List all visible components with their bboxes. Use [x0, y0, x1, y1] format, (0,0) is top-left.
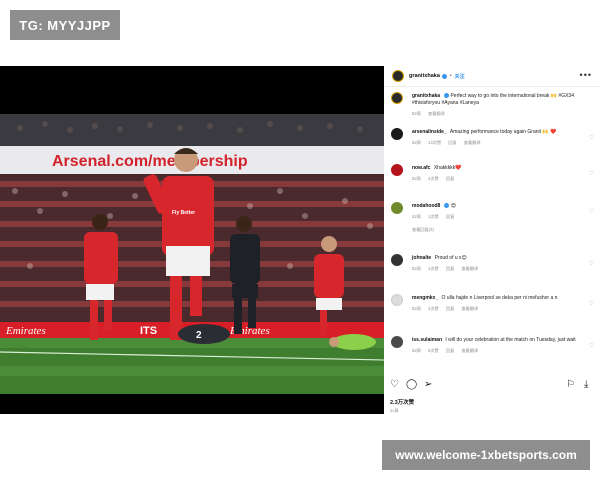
download-icon[interactable]: ⤓ [584, 380, 588, 390]
see-translation-link[interactable]: 查看翻译 [461, 348, 478, 353]
avatar[interactable] [391, 336, 403, 348]
comment-username[interactable]: granitxhaka [412, 93, 440, 99]
comment-username[interactable]: iss.sulaiman [412, 337, 442, 343]
comment-likes[interactable]: 1次赞 [428, 214, 439, 219]
see-translation-link[interactable]: 查看翻译 [428, 111, 445, 116]
reply-link[interactable]: 回复 [446, 348, 454, 353]
comment-time: 52周 [412, 214, 421, 219]
comment-likes[interactable]: 5次赞 [428, 348, 439, 353]
more-options-icon[interactable]: ••• [580, 70, 592, 80]
avatar[interactable] [391, 254, 403, 266]
reply-link[interactable]: 回复 [446, 266, 454, 271]
comment-time: 52周 [412, 140, 421, 145]
comment-username[interactable]: modahood8 [412, 203, 440, 209]
comment-time: 52周 [412, 348, 421, 353]
comment-like-heart-icon[interactable]: ♡ [589, 208, 594, 215]
comment-text: 😍 [450, 203, 456, 209]
comment-like-heart-icon[interactable]: ♡ [589, 342, 594, 349]
reply-link[interactable]: 回复 [446, 214, 454, 219]
comment-text: Proud of u x😊 [434, 255, 467, 261]
follow-button[interactable]: 关注 [455, 73, 465, 80]
comment-like-heart-icon[interactable]: ♡ [589, 170, 594, 177]
post-header: granitxhaka • 关注 ••• [384, 66, 600, 87]
comment-likes[interactable]: 1次赞 [428, 266, 439, 271]
comment-time: 52周 [412, 266, 421, 271]
reply-link[interactable]: 回复 [448, 140, 456, 145]
see-translation-link[interactable]: 查看翻译 [461, 266, 478, 271]
post-author-username[interactable]: granitxhaka [409, 73, 440, 79]
instagram-post: Arsenal.com/membership Emirates ITS Emir… [0, 66, 600, 414]
comment-time: 52周 [412, 306, 421, 311]
post-time: 52周 [390, 408, 399, 413]
heart-icon[interactable]: ♡ [390, 380, 399, 390]
comment-text: Amazing performance today again Granit 🙌… [449, 129, 557, 135]
comment-time: 52周 [412, 111, 421, 116]
comment-likes[interactable]: 13次赞 [428, 140, 441, 145]
share-icon[interactable]: ➢ [424, 380, 432, 390]
verified-badge-icon [444, 93, 450, 99]
bookmark-icon[interactable]: ⚐ [566, 380, 575, 390]
comment-username[interactable]: arsenalinside_ [412, 129, 447, 135]
comment-like-heart-icon[interactable]: ♡ [589, 260, 594, 267]
comment-text: O ulla hajde n Liverpool se deka per ni … [441, 295, 558, 301]
comment-like-heart-icon[interactable]: ♡ [589, 134, 594, 141]
see-translation-link[interactable]: 查看翻译 [464, 140, 481, 145]
comment-like-heart-icon[interactable]: ♡ [589, 300, 594, 307]
sponsor-text: Fly Better [172, 210, 195, 216]
telegram-watermark-badge: TG: MYYJJPP [10, 10, 120, 40]
verified-badge-icon [441, 73, 447, 79]
comment-time: 52周 [412, 176, 421, 181]
likes-count[interactable]: 2.3万次赞 [390, 398, 414, 406]
comment-text: Xhakkkkk❤️ [433, 165, 462, 171]
view-replies-link[interactable]: 查看回复(3) [412, 227, 434, 232]
stadium-banner-text: Arsenal.com/membership [52, 153, 248, 170]
ad-board-mid-text: ITS [140, 325, 157, 337]
avatar[interactable] [391, 92, 403, 104]
avatar[interactable] [391, 164, 403, 176]
avatar[interactable] [392, 70, 404, 82]
post-photo: Arsenal.com/membership Emirates ITS Emir… [0, 66, 384, 414]
ad-board-left-text: Emirates [5, 325, 46, 337]
reply-link[interactable]: 回复 [446, 306, 454, 311]
comment-list: granitxhaka Perfect way to go into the i… [384, 90, 600, 370]
football-celebration-photo: Arsenal.com/membership Emirates ITS Emir… [0, 66, 384, 414]
comment-likes[interactable]: 4次赞 [428, 176, 439, 181]
avatar[interactable] [391, 128, 403, 140]
comment-username[interactable]: johnalte [412, 255, 431, 261]
comment-username[interactable]: mengmkx_ [412, 295, 438, 301]
comment-icon[interactable]: ◯ [406, 380, 417, 390]
avatar[interactable] [391, 294, 403, 306]
separator-dot: • [449, 73, 452, 79]
comments-panel: granitxhaka • 关注 ••• granitxhaka Perfect… [384, 66, 600, 414]
shirt-number-text: 2 [196, 330, 202, 341]
avatar[interactable] [391, 202, 403, 214]
see-translation-link[interactable]: 查看翻译 [461, 306, 478, 311]
comment-username[interactable]: now.afc [412, 165, 430, 171]
post-action-bar: ♡ ◯ ➢ ⚐ ⤓ [384, 378, 600, 394]
reply-link[interactable]: 回复 [446, 176, 454, 181]
comment-text: I will do your celebration at the match … [445, 337, 576, 343]
verified-badge-icon [444, 203, 450, 209]
website-watermark-badge: www.welcome-1xbetsports.com [382, 440, 590, 470]
comment-likes[interactable]: 4次赞 [428, 306, 439, 311]
